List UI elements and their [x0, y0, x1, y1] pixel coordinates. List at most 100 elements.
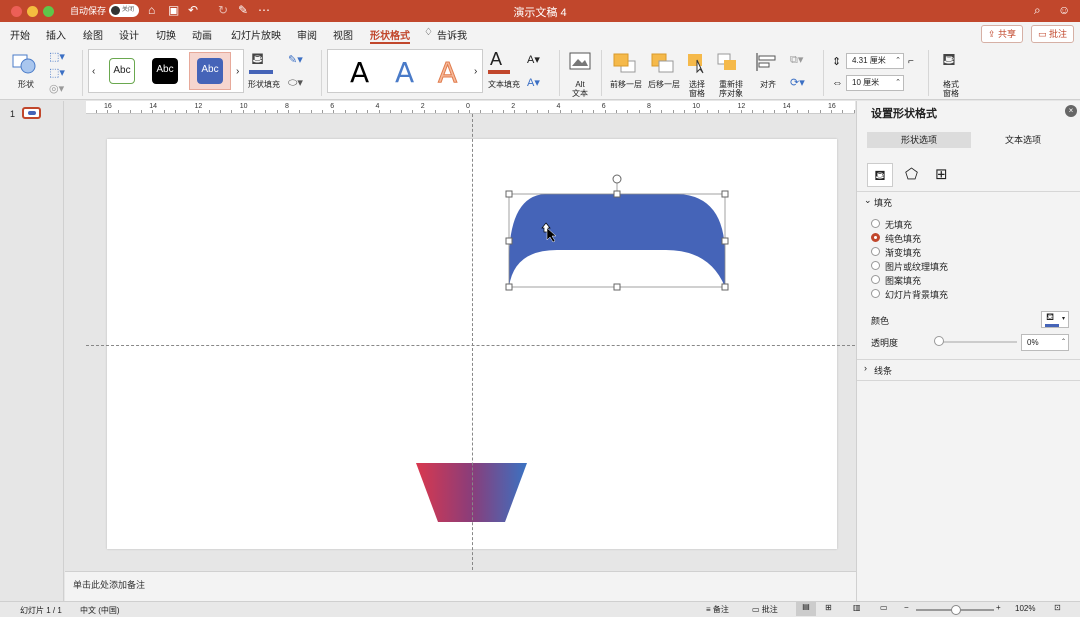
- color-picker-button[interactable]: ⛾ ▾: [1041, 311, 1069, 328]
- close-window-button[interactable]: [11, 6, 22, 17]
- height-field[interactable]: 4.31 厘米 ⌃: [846, 53, 904, 69]
- minimize-window-button[interactable]: [27, 6, 38, 17]
- tab-shape-options[interactable]: 形状选项: [867, 132, 971, 148]
- slide-thumbnail[interactable]: [22, 107, 41, 119]
- resize-handle[interactable]: [721, 237, 729, 245]
- share-button[interactable]: ⇪ 共享: [981, 25, 1024, 43]
- search-icon[interactable]: ⌕: [1034, 3, 1041, 18]
- save-icon[interactable]: ▣: [168, 3, 179, 17]
- format-pane-button[interactable]: ⛾ 格式 窗格: [936, 50, 966, 98]
- slideshow-icon[interactable]: ▭: [880, 603, 888, 612]
- wordart-next-icon[interactable]: ›: [474, 66, 477, 77]
- resize-handle[interactable]: [721, 283, 729, 291]
- transparency-slider-thumb[interactable]: [934, 336, 944, 346]
- shape-fill-button[interactable]: ⛾ 形状填充: [248, 50, 282, 94]
- rotate-handle[interactable]: [612, 174, 622, 184]
- shape-style-dark[interactable]: Abc: [152, 58, 178, 84]
- tab-review[interactable]: 审阅: [297, 27, 317, 42]
- fill-line-icon[interactable]: ⛾: [867, 163, 893, 187]
- text-box-icon[interactable]: ⬚▾: [49, 66, 65, 79]
- tab-transitions[interactable]: 切换: [156, 27, 176, 42]
- tab-insert[interactable]: 插入: [46, 27, 66, 42]
- home-icon[interactable]: ⌂: [148, 3, 155, 17]
- gallery-next-icon[interactable]: ›: [236, 66, 239, 77]
- language[interactable]: 中文 (中国): [80, 605, 120, 616]
- normal-view-icon[interactable]: ▤: [796, 602, 816, 616]
- selection-pane-button[interactable]: 选择 窗格: [684, 50, 710, 98]
- more-icon[interactable]: ⋯: [258, 3, 270, 17]
- resize-handle[interactable]: [505, 237, 513, 245]
- notes-toggle[interactable]: ≡ 备注: [706, 604, 729, 615]
- notes-area[interactable]: 单击此处添加备注: [65, 571, 856, 601]
- text-outline-icon[interactable]: A▾: [527, 53, 540, 66]
- merge-shapes-icon[interactable]: ◎▾: [49, 82, 64, 95]
- smiley-icon[interactable]: ☺: [1058, 3, 1070, 17]
- undo-icon[interactable]: ↶: [188, 3, 198, 17]
- vertical-guide[interactable]: [472, 114, 473, 570]
- line-section-header[interactable]: 线条: [874, 364, 892, 377]
- radio-solid[interactable]: [871, 233, 880, 242]
- slide-sorter-icon[interactable]: ⊞: [825, 603, 832, 612]
- wordart-black[interactable]: A: [350, 56, 369, 89]
- tab-home[interactable]: 开始: [10, 27, 30, 42]
- autosave-toggle[interactable]: 关闭: [109, 4, 139, 17]
- transparency-field[interactable]: 0% ⌃: [1021, 334, 1069, 351]
- fill-section-header[interactable]: 填充: [874, 196, 892, 209]
- text-effects-icon[interactable]: A▾: [527, 76, 540, 89]
- radio-gradient[interactable]: [871, 247, 880, 256]
- effects-icon[interactable]: ⬠: [905, 165, 918, 183]
- zoom-window-button[interactable]: [43, 6, 54, 17]
- fit-to-window-icon[interactable]: ⊡: [1054, 603, 1061, 612]
- tab-animations[interactable]: 动画: [192, 27, 212, 42]
- edit-shape-icon[interactable]: ⬚▾: [49, 50, 65, 63]
- zoom-in-icon[interactable]: +: [996, 603, 1001, 612]
- wordart-blue[interactable]: A: [395, 56, 414, 89]
- wordart-orange[interactable]: A: [437, 56, 457, 90]
- shapes-button[interactable]: 形状: [10, 50, 44, 94]
- resize-handle[interactable]: [721, 190, 729, 198]
- resize-handle[interactable]: [505, 283, 513, 291]
- shape-outline-icon[interactable]: ✎▾: [288, 53, 303, 66]
- stepper-icon[interactable]: ⌃: [1061, 335, 1066, 350]
- redo-icon[interactable]: ↻: [218, 3, 228, 17]
- shape-effects-icon[interactable]: ⬭▾: [288, 76, 303, 90]
- fill-section-chevron-icon[interactable]: ⌄: [864, 195, 872, 206]
- radio-pattern[interactable]: [871, 275, 880, 284]
- resize-handle[interactable]: [505, 190, 513, 198]
- text-fill-button[interactable]: A 文本填充: [486, 49, 522, 94]
- blue-arch-shape[interactable]: [509, 194, 725, 287]
- tab-slideshow[interactable]: 幻灯片放映: [231, 27, 281, 42]
- shape-style-outline[interactable]: Abc: [109, 58, 135, 84]
- height-stepper-icon[interactable]: ⌃: [895, 54, 901, 68]
- shape-style-selected[interactable]: Abc: [189, 52, 231, 90]
- tab-draw[interactable]: 绘图: [83, 27, 103, 42]
- comments-toggle[interactable]: ▭ 批注: [752, 604, 778, 615]
- close-pane-icon[interactable]: ×: [1065, 105, 1077, 117]
- lock-aspect-icon[interactable]: ⌐: [908, 56, 914, 67]
- line-section-chevron-icon[interactable]: ›: [864, 363, 867, 373]
- tab-view[interactable]: 视图: [333, 27, 353, 42]
- transparency-slider[interactable]: [937, 341, 1017, 343]
- selected-shape-group[interactable]: [500, 170, 740, 300]
- reading-view-icon[interactable]: ▥: [853, 603, 861, 612]
- radio-background[interactable]: [871, 289, 880, 298]
- comments-button[interactable]: ▭ 批注: [1031, 25, 1075, 43]
- alt-text-button[interactable]: Alt 文本: [566, 50, 594, 98]
- bring-forward-button[interactable]: 前移一层: [608, 50, 644, 94]
- tab-shape-format[interactable]: 形状格式: [370, 27, 410, 44]
- size-properties-icon[interactable]: ⊞: [935, 165, 948, 183]
- resize-handle[interactable]: [613, 190, 621, 198]
- reorder-objects-button[interactable]: 重新排 序对象: [713, 50, 749, 98]
- resize-handle[interactable]: [613, 283, 621, 291]
- gallery-prev-icon[interactable]: ‹: [92, 66, 95, 77]
- edit-icon[interactable]: ✎: [238, 3, 248, 17]
- zoom-level[interactable]: 102%: [1015, 604, 1035, 613]
- width-field[interactable]: 10 厘米 ⌃: [846, 75, 904, 91]
- width-stepper-icon[interactable]: ⌃: [895, 76, 901, 90]
- tab-design[interactable]: 设计: [119, 27, 139, 42]
- tab-text-options[interactable]: 文本选项: [971, 132, 1075, 148]
- send-backward-button[interactable]: 后移一层: [646, 50, 682, 94]
- group-icon[interactable]: ⧉▾: [790, 53, 803, 67]
- rotate-icon[interactable]: ⟳▾: [790, 76, 805, 89]
- zoom-out-icon[interactable]: −: [904, 603, 909, 612]
